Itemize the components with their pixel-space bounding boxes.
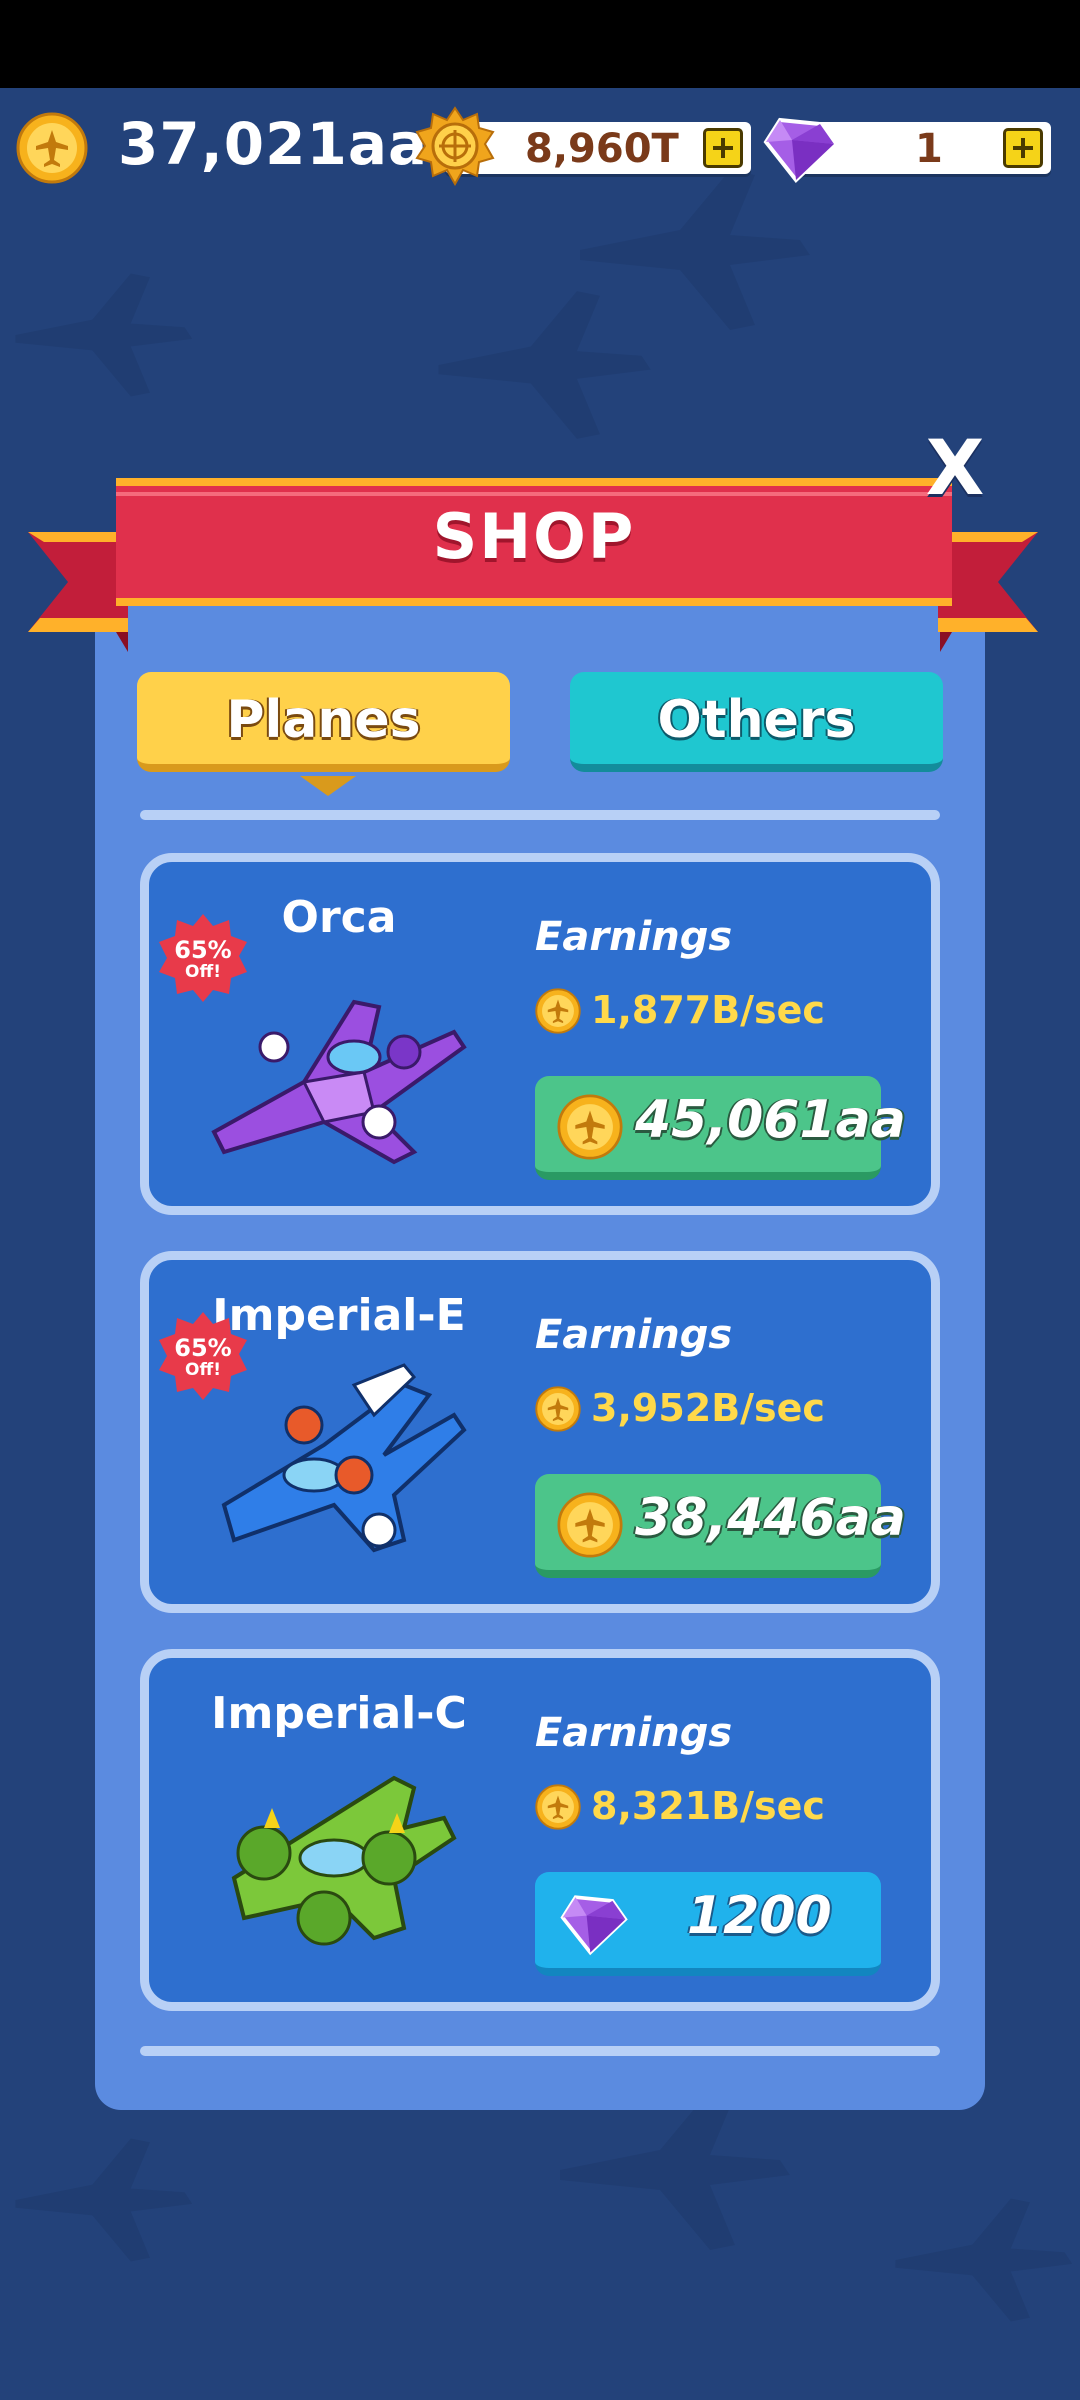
gold-gear-icon bbox=[415, 106, 495, 187]
background-plane-icon bbox=[0, 2120, 200, 2280]
discount-percent: 65% bbox=[174, 1334, 232, 1362]
add-gems-button[interactable] bbox=[1003, 128, 1043, 168]
coin-icon bbox=[16, 112, 88, 184]
shop-title: SHOP bbox=[432, 500, 636, 573]
background-plane-icon bbox=[880, 2180, 1080, 2340]
buy-button[interactable]: 1200 bbox=[535, 1872, 881, 1976]
discount-percent: 65% bbox=[174, 936, 232, 964]
coins-balance: 37,021aa bbox=[118, 110, 429, 178]
price-label: 45,061aa bbox=[635, 1090, 906, 1150]
discount-off-label: Off! bbox=[185, 962, 221, 982]
shop-item-card: Imperial-C Earnings 8,321B/sec 1200 bbox=[140, 1649, 940, 2011]
gold-balance: 8,960T bbox=[525, 126, 679, 172]
coin-icon bbox=[557, 1492, 623, 1558]
buy-button[interactable]: 38,446aa bbox=[535, 1474, 906, 1578]
earnings-value: 8,321B/sec bbox=[591, 1784, 825, 1828]
add-gold-button[interactable] bbox=[703, 128, 743, 168]
discount-off-label: Off! bbox=[185, 1360, 221, 1380]
price-label: 38,446aa bbox=[635, 1488, 906, 1548]
tab-others[interactable]: Others bbox=[570, 672, 943, 772]
plane-imperial-c-image[interactable] bbox=[204, 1758, 474, 1972]
gem-balance: 1 bbox=[915, 126, 943, 172]
coin-icon bbox=[557, 1094, 623, 1160]
price-label: 1200 bbox=[687, 1886, 832, 1946]
status-bar bbox=[0, 0, 1080, 88]
shop-item-card: Orca 65% Off! Earnings 1,877B/sec 45,061… bbox=[140, 853, 940, 1215]
earnings-value: 3,952B/sec bbox=[591, 1386, 825, 1430]
coin-icon bbox=[535, 1784, 581, 1830]
shop-ribbon: SHOP bbox=[28, 470, 1038, 670]
discount-badge: 65% Off! bbox=[157, 912, 249, 1004]
earnings-label: Earnings bbox=[535, 1710, 733, 1756]
earnings-value: 1,877B/sec bbox=[591, 988, 825, 1032]
earnings-label: Earnings bbox=[535, 1312, 733, 1358]
active-tab-pointer bbox=[300, 776, 356, 796]
background-plane-icon bbox=[420, 280, 660, 450]
discount-badge: 65% Off! bbox=[157, 1310, 249, 1402]
coin-icon bbox=[535, 988, 581, 1034]
tab-planes[interactable]: Planes bbox=[137, 672, 510, 772]
buy-button[interactable]: 45,061aa bbox=[535, 1076, 906, 1180]
earnings-label: Earnings bbox=[535, 914, 733, 960]
gem-icon bbox=[559, 1888, 629, 1958]
plane-name: Imperial-C bbox=[211, 1688, 467, 1739]
close-button[interactable]: X bbox=[920, 428, 990, 508]
list-bottom-edge bbox=[140, 2046, 940, 2056]
coin-icon bbox=[535, 1386, 581, 1432]
background-plane-icon bbox=[0, 260, 200, 410]
shop-item-card: Imperial-E 65% Off! Earnings 3,952B/sec … bbox=[140, 1251, 940, 1613]
gem-icon bbox=[762, 110, 838, 186]
list-top-edge bbox=[140, 810, 940, 820]
